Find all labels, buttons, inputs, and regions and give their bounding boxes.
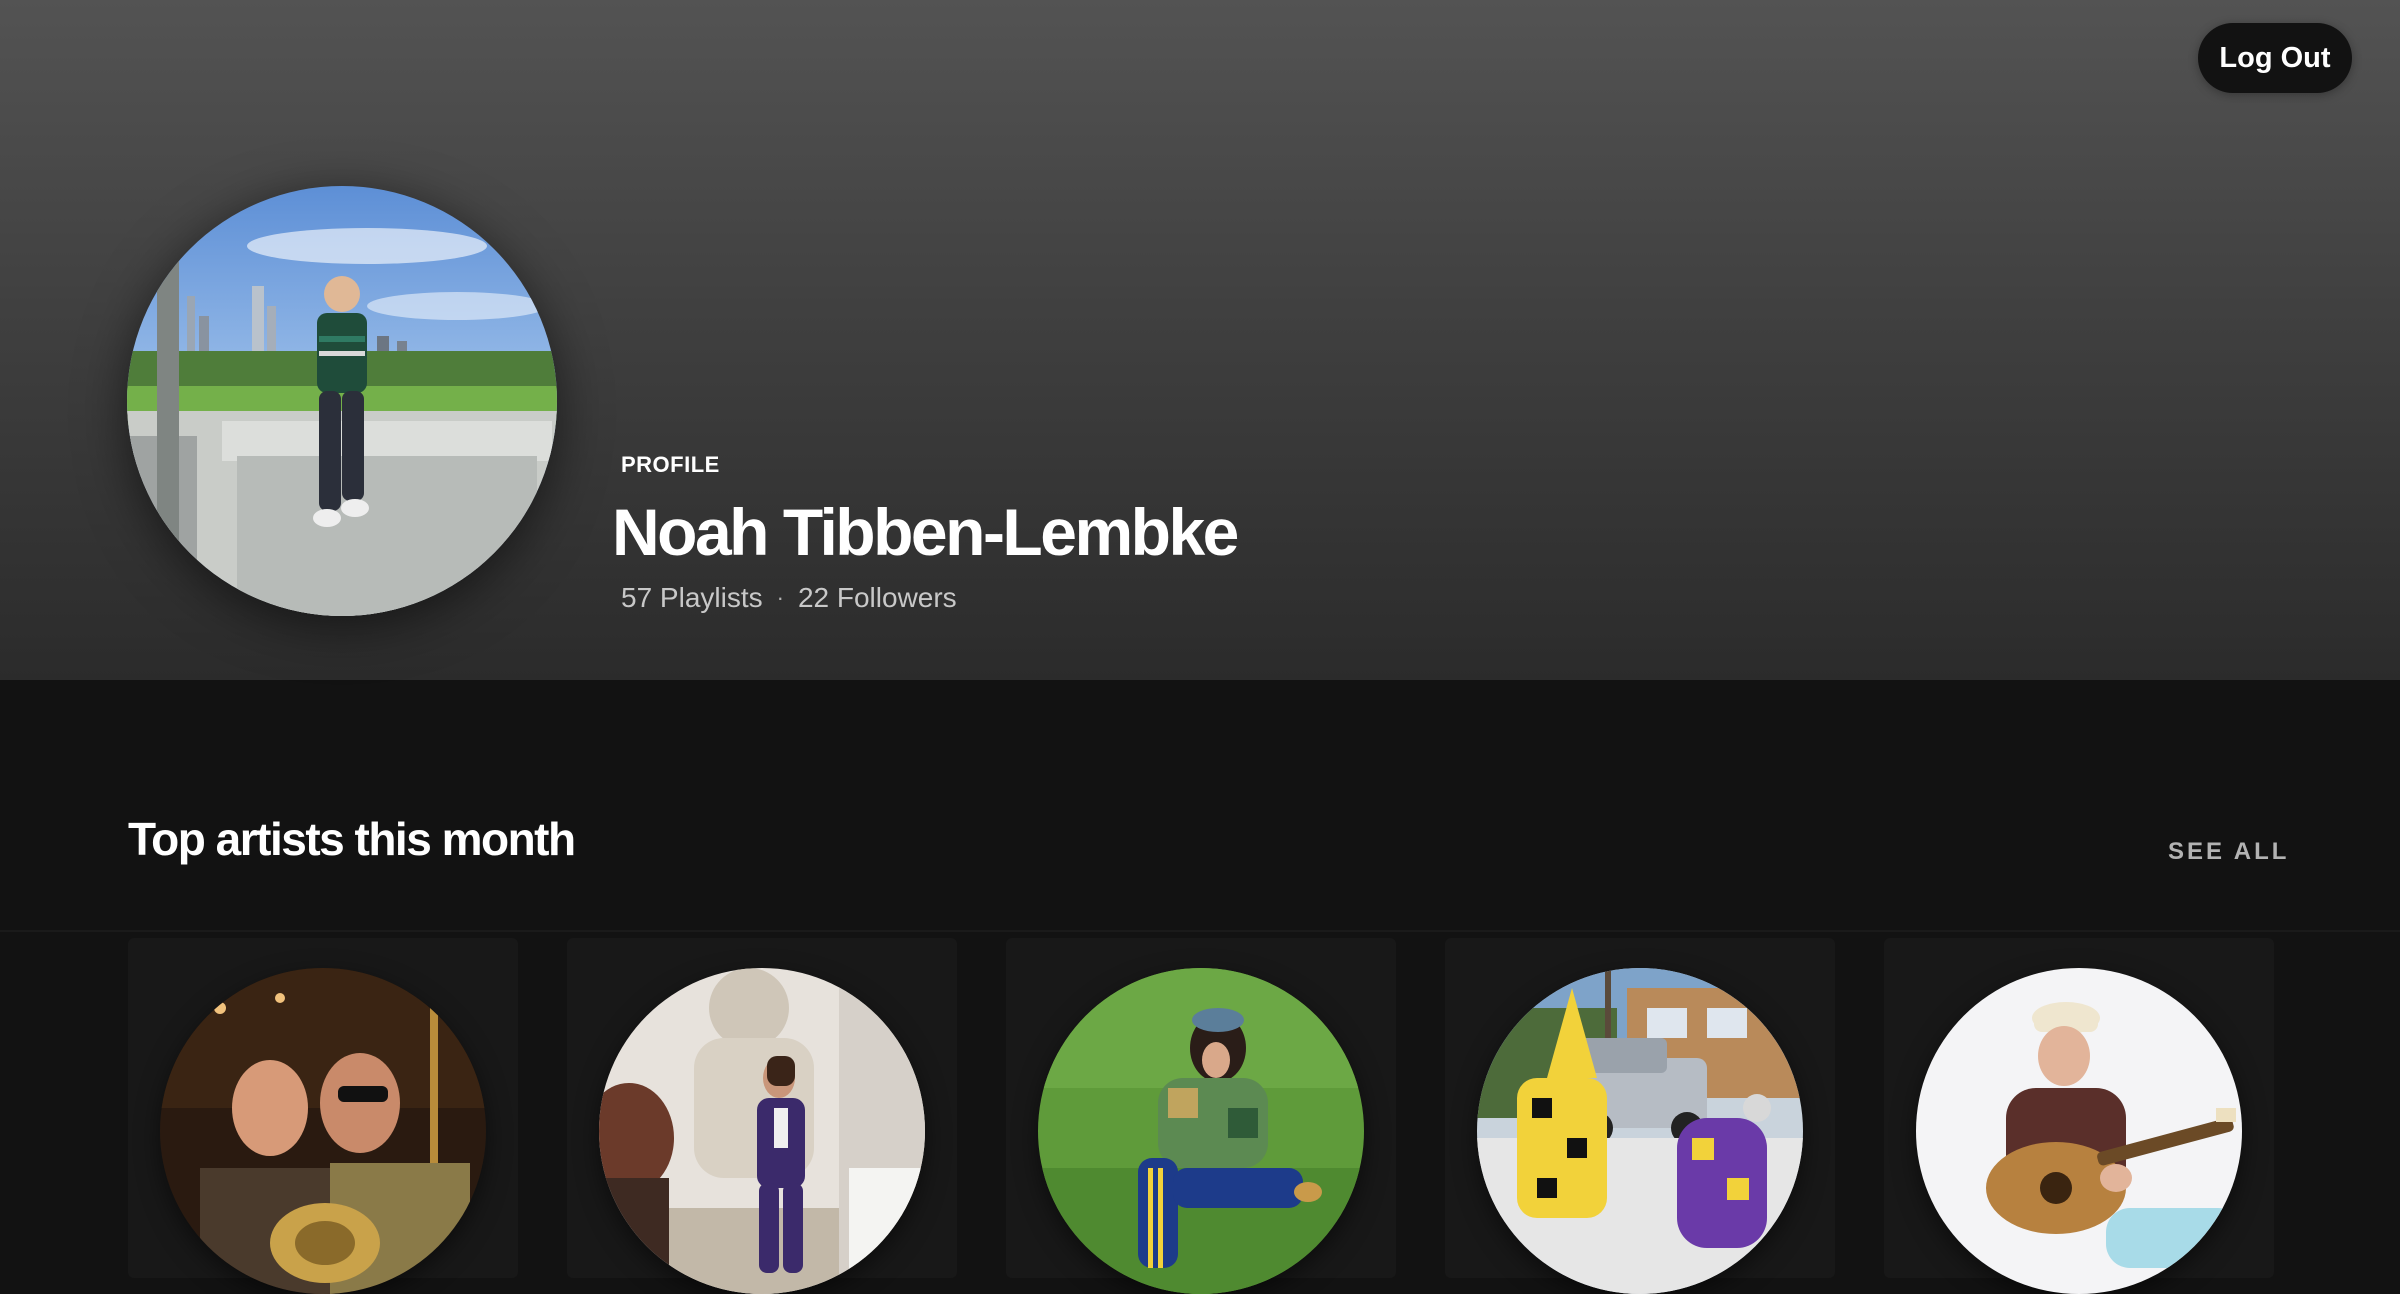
artist-card[interactable]	[128, 938, 518, 1294]
artist-card[interactable]	[567, 938, 957, 1294]
playlists-count[interactable]: 57 Playlists	[621, 582, 763, 614]
profile-display-name: Noah Tibben-Lembke	[612, 495, 1239, 569]
profile-stats: 57 Playlists · 22 Followers	[621, 582, 957, 614]
profile-header: Log Out PROFILE Noah Tibben-Lembke 57 Pl…	[0, 0, 2400, 680]
artist-image	[1916, 968, 2242, 1294]
logout-button[interactable]: Log Out	[2198, 23, 2352, 93]
stats-separator: ·	[776, 585, 784, 610]
section-divider	[0, 930, 2400, 932]
artist-image	[160, 968, 486, 1294]
profile-avatar	[127, 186, 557, 616]
artist-photo-2-icon	[599, 968, 925, 1294]
artist-image	[1038, 968, 1364, 1294]
artist-card[interactable]	[1006, 938, 1396, 1294]
profile-photo-icon	[127, 186, 557, 616]
artist-photo-3-icon	[1038, 968, 1364, 1294]
artist-photo-4-icon	[1477, 968, 1803, 1294]
artist-image	[599, 968, 925, 1294]
profile-type-label: PROFILE	[621, 452, 720, 477]
top-artists-title: Top artists this month	[128, 813, 576, 865]
artist-card[interactable]	[1884, 938, 2274, 1294]
followers-count[interactable]: 22 Followers	[798, 582, 957, 614]
artist-photo-1-icon	[160, 968, 486, 1294]
artist-card[interactable]	[1445, 938, 1835, 1294]
artist-image	[1477, 968, 1803, 1294]
see-all-link[interactable]: SEE ALL	[2168, 838, 2289, 866]
artist-photo-5-icon	[1916, 968, 2242, 1294]
